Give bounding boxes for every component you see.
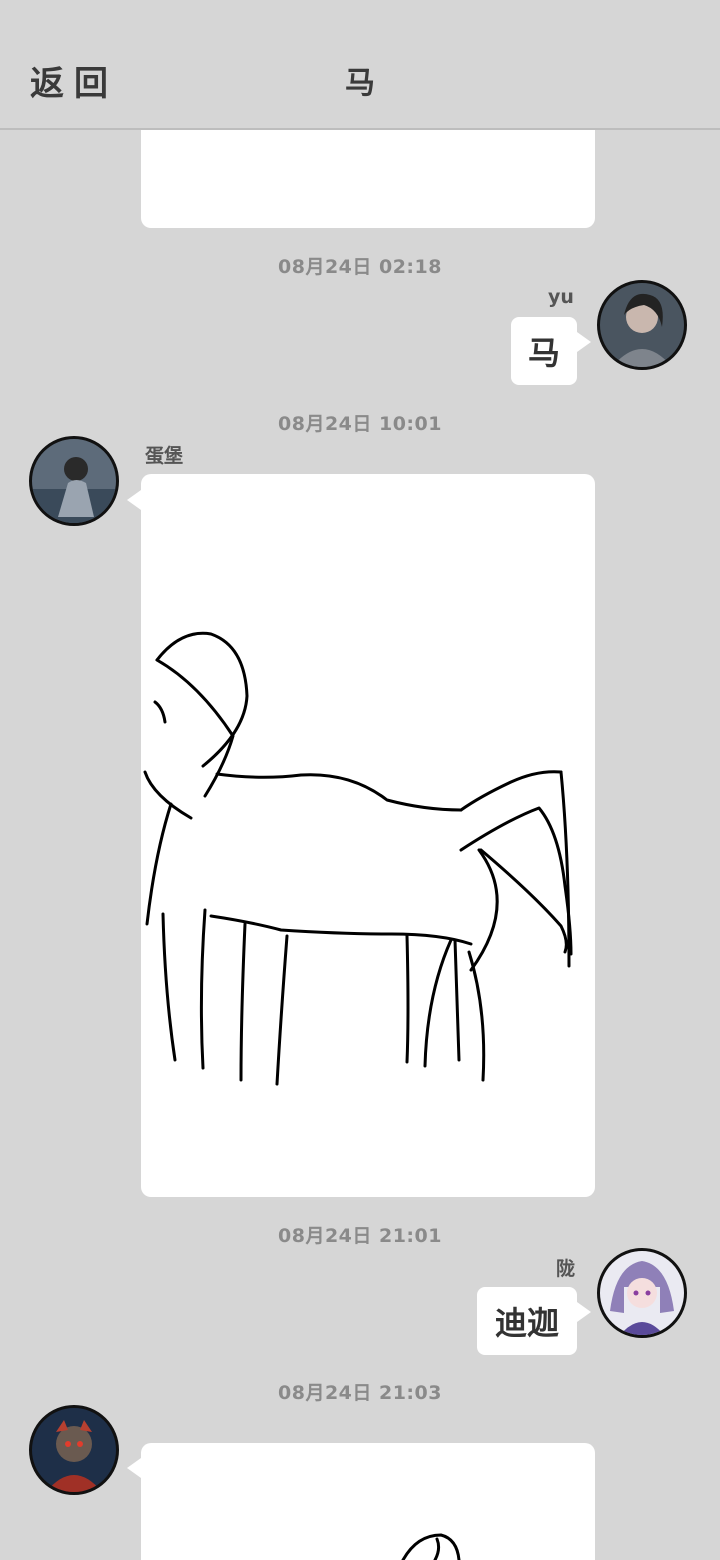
text-message-bubble[interactable]: 马 — [511, 317, 577, 385]
message-timestamp: 08月24日 21:01 — [278, 1225, 442, 1247]
sketch-image — [401, 1533, 461, 1560]
horse-sketch-image — [143, 631, 573, 1086]
message-timestamp: 08月24日 02:18 — [278, 256, 442, 278]
bubble-tail — [127, 1458, 141, 1478]
message-timestamp: 08月24日 21:03 — [278, 1382, 442, 1404]
sender-name: 陇 — [556, 1258, 576, 1280]
bubble-tail — [577, 332, 591, 352]
image-message-bubble[interactable] — [141, 474, 595, 1197]
bubble-tail — [127, 490, 141, 510]
user-avatar-icon[interactable] — [597, 1248, 687, 1338]
text-message-bubble[interactable]: 迪迦 — [477, 1287, 577, 1355]
sender-name: 蛋堡 — [145, 445, 184, 467]
sender-name: yu — [548, 286, 574, 308]
chat-title: 马 — [345, 66, 375, 101]
bubble-tail — [577, 1302, 591, 1322]
image-message-bubble[interactable] — [141, 1443, 595, 1560]
user-avatar-icon[interactable] — [29, 436, 119, 526]
user-avatar-icon[interactable] — [597, 280, 687, 370]
chat-header: 返回 马 — [0, 0, 720, 130]
message-timestamp: 08月24日 10:01 — [278, 413, 442, 435]
user-avatar-icon[interactable] — [29, 1405, 119, 1495]
